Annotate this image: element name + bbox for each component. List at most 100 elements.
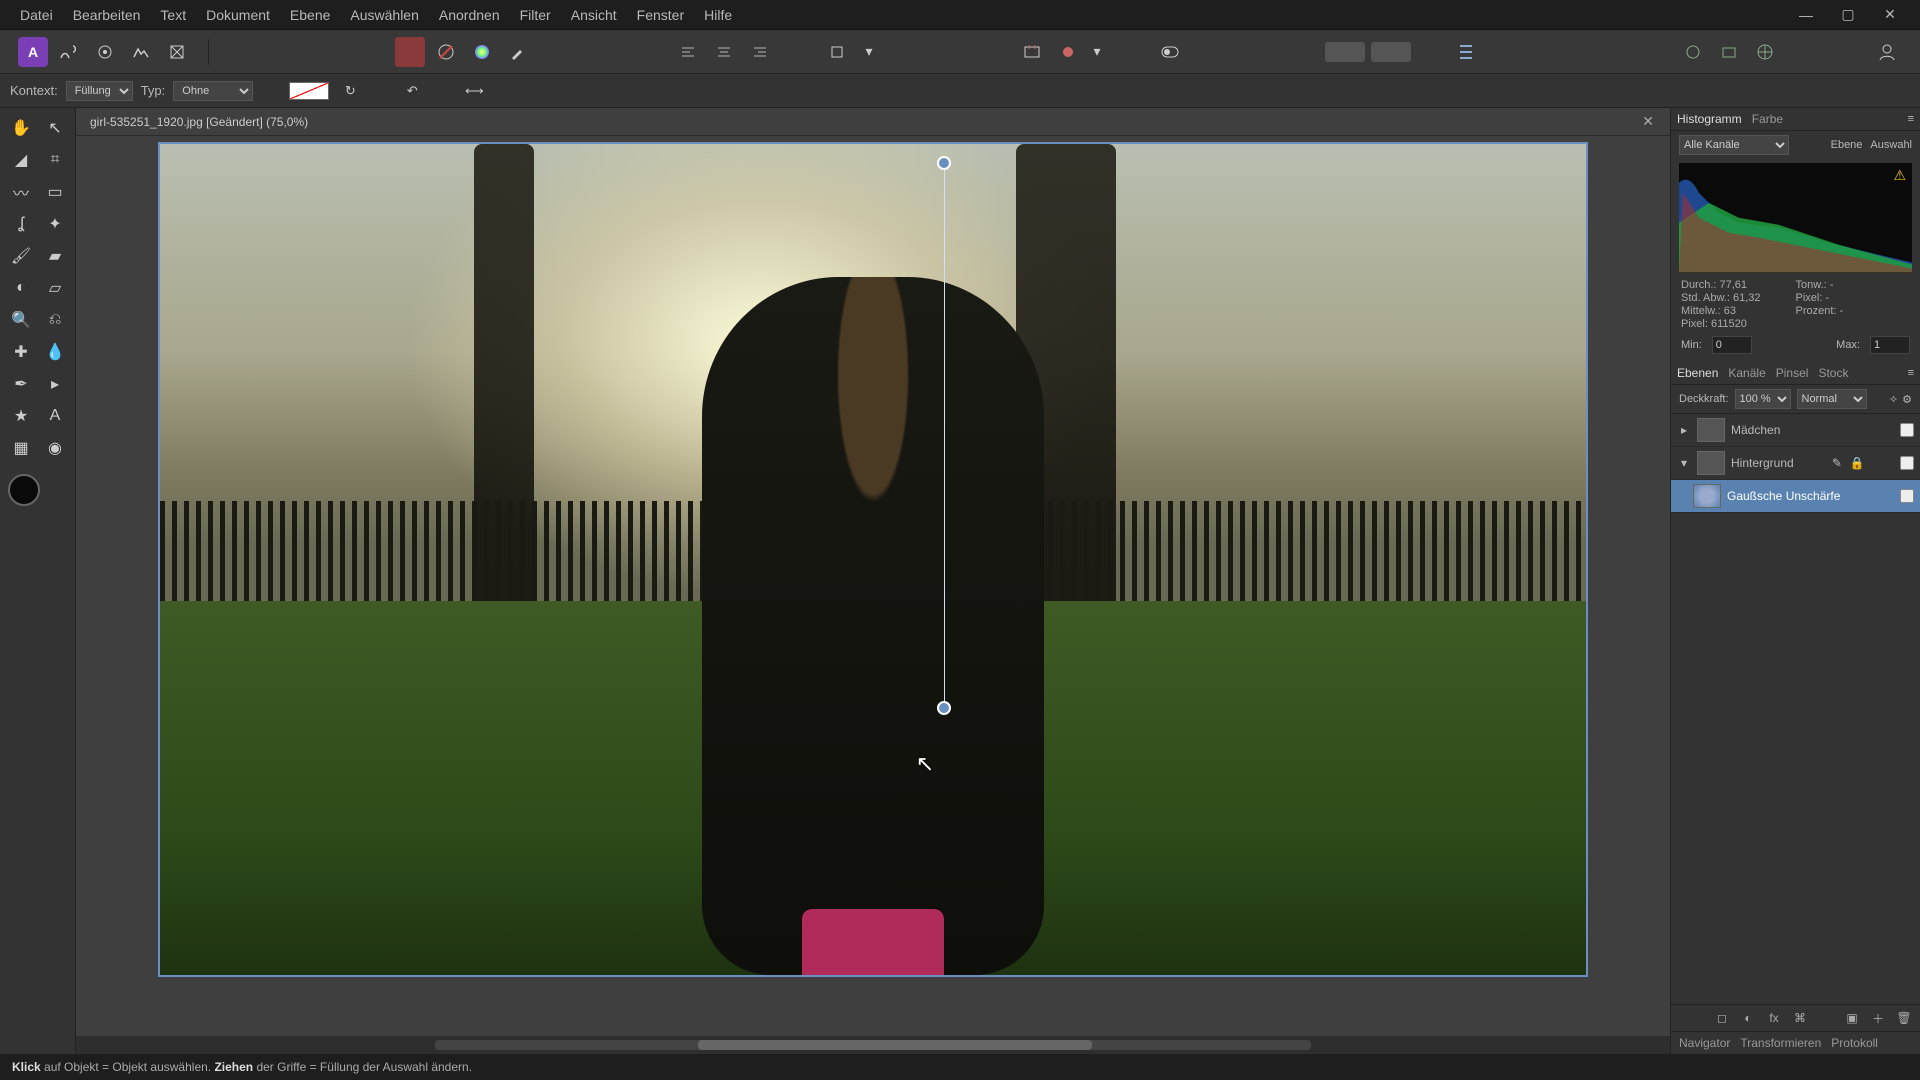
tab-navigator[interactable]: Navigator bbox=[1679, 1036, 1730, 1050]
layer-row-selected[interactable]: Gaußsche Unschärfe bbox=[1671, 480, 1920, 513]
fill-swatch[interactable] bbox=[289, 82, 329, 100]
tab-pinsel[interactable]: Pinsel bbox=[1776, 366, 1809, 380]
swatch-red-icon[interactable] bbox=[395, 37, 425, 67]
persona-export-icon[interactable] bbox=[162, 37, 192, 67]
adjust-layer-icon[interactable]: ◐ bbox=[1738, 1009, 1758, 1027]
chevron-down-icon[interactable]: ▾ bbox=[861, 37, 877, 67]
zoom-tool-icon[interactable]: 🔍 bbox=[4, 304, 38, 336]
pen-tool-icon[interactable]: ✒ bbox=[4, 368, 38, 400]
window-minimize[interactable]: — bbox=[1786, 2, 1826, 28]
document-close-button[interactable]: ✕ bbox=[1634, 111, 1662, 132]
swatch-color-wheel-icon[interactable] bbox=[467, 37, 497, 67]
blur-tool-icon[interactable]: 💧 bbox=[38, 336, 72, 368]
window-maximize[interactable]: ▢ bbox=[1828, 2, 1868, 28]
tab-histogramm[interactable]: Histogramm bbox=[1677, 112, 1742, 126]
histogram-scope-ebene[interactable]: Ebene bbox=[1831, 139, 1863, 151]
foreground-color-well[interactable] bbox=[8, 474, 40, 506]
tab-kanaele[interactable]: Kanäle bbox=[1728, 366, 1765, 380]
tab-ebenen[interactable]: Ebenen bbox=[1677, 366, 1718, 380]
healing-tool-icon[interactable]: ✚ bbox=[4, 336, 38, 368]
swatch-picker-icon[interactable] bbox=[503, 37, 533, 67]
tab-farbe[interactable]: Farbe bbox=[1752, 112, 1783, 126]
move-tool-icon[interactable]: ↖ bbox=[38, 112, 72, 144]
align-left-icon[interactable] bbox=[673, 37, 703, 67]
menu-ebene[interactable]: Ebene bbox=[280, 3, 340, 27]
fill-tool-icon[interactable]: ▰ bbox=[38, 240, 72, 272]
canvas[interactable]: ↖ bbox=[76, 136, 1670, 1036]
menu-hilfe[interactable]: Hilfe bbox=[694, 3, 742, 27]
autoselect-icon[interactable] bbox=[1053, 37, 1083, 67]
menu-anordnen[interactable]: Anordnen bbox=[429, 3, 510, 27]
tab-transformieren[interactable]: Transformieren bbox=[1740, 1036, 1821, 1050]
paint-brush-tool-icon[interactable]: 🖌 bbox=[4, 240, 38, 272]
panel-menu-icon[interactable]: ≡ bbox=[1908, 113, 1914, 125]
menu-dokument[interactable]: Dokument bbox=[196, 3, 280, 27]
histogram-scope-auswahl[interactable]: Auswahl bbox=[1870, 139, 1912, 151]
lasso-tool-icon[interactable]: ʆ bbox=[4, 208, 38, 240]
layer-row[interactable]: ▾ Hintergrund ✎ 🔒 bbox=[1671, 447, 1920, 480]
persona-photo-icon[interactable] bbox=[54, 37, 84, 67]
add-layer-icon[interactable]: ＋ bbox=[1868, 1009, 1888, 1027]
menu-datei[interactable]: Datei bbox=[10, 3, 63, 27]
align-center-icon[interactable] bbox=[709, 37, 739, 67]
gradient-handle-bottom[interactable] bbox=[937, 701, 951, 715]
layer-fx-icon[interactable]: ✧ bbox=[1889, 393, 1898, 406]
hand-tool-icon[interactable]: ✋ bbox=[4, 112, 38, 144]
menu-filter[interactable]: Filter bbox=[510, 3, 561, 27]
mask-layer-icon[interactable]: ◻ bbox=[1712, 1009, 1732, 1027]
expand-icon[interactable]: ▸ bbox=[1677, 423, 1691, 437]
account-icon[interactable] bbox=[1872, 37, 1902, 67]
persona-develop-icon[interactable] bbox=[126, 37, 156, 67]
menu-text[interactable]: Text bbox=[150, 3, 196, 27]
horizontal-scrollbar[interactable] bbox=[76, 1036, 1670, 1054]
layer-row[interactable]: ▸ Mädchen bbox=[1671, 414, 1920, 447]
panel-menu-icon[interactable]: ≡ bbox=[1908, 367, 1914, 379]
layer-visibility-checkbox[interactable] bbox=[1900, 489, 1914, 503]
live-filter-icon[interactable]: ⌘ bbox=[1790, 1009, 1810, 1027]
node-tool-icon[interactable]: ▸ bbox=[38, 368, 72, 400]
align-right-icon[interactable] bbox=[745, 37, 775, 67]
flood-select-tool-icon[interactable]: ✦ bbox=[38, 208, 72, 240]
expand-icon[interactable]: ▾ bbox=[1677, 456, 1691, 470]
eraser-tool-icon[interactable]: ▱ bbox=[38, 272, 72, 304]
histogram-max-input[interactable] bbox=[1870, 336, 1910, 354]
persona-liquify-icon[interactable] bbox=[90, 37, 120, 67]
lock-icon[interactable]: 🔒 bbox=[1850, 456, 1864, 470]
eyedropper-tool-icon[interactable]: ◉ bbox=[38, 432, 72, 464]
group-layer-icon[interactable]: ▣ bbox=[1842, 1009, 1862, 1027]
cloud-library-icon[interactable] bbox=[1714, 37, 1744, 67]
cloud-share-icon[interactable] bbox=[1750, 37, 1780, 67]
layer-visibility-checkbox[interactable] bbox=[1900, 456, 1914, 470]
cloud-sync-icon[interactable] bbox=[1678, 37, 1708, 67]
color-picker-tool-icon[interactable]: ◢ bbox=[4, 144, 38, 176]
align-panel-icon[interactable] bbox=[1451, 37, 1481, 67]
lock-aspect-icon[interactable]: ⟷ bbox=[461, 80, 487, 102]
histogram-min-input[interactable] bbox=[1712, 336, 1752, 354]
insert-target-icon[interactable] bbox=[1017, 37, 1047, 67]
stamp-tool-icon[interactable]: ⎌ bbox=[38, 304, 72, 336]
shape-tool-icon[interactable]: ★ bbox=[4, 400, 38, 432]
rotate-icon[interactable]: ↻ bbox=[337, 80, 363, 102]
tab-protokoll[interactable]: Protokoll bbox=[1831, 1036, 1878, 1050]
chevron-down-icon[interactable]: ▾ bbox=[1089, 37, 1105, 67]
document-tab[interactable]: girl-535251_1920.jpg [Geändert] (75,0%) bbox=[84, 113, 314, 131]
menu-auswaehlen[interactable]: Auswählen bbox=[340, 3, 429, 27]
edit-icon[interactable]: ✎ bbox=[1830, 456, 1844, 470]
layer-visibility-checkbox[interactable] bbox=[1900, 423, 1914, 437]
histogram-channel-select[interactable]: Alle Kanäle bbox=[1679, 135, 1789, 155]
mesh-tool-icon[interactable]: ▦ bbox=[4, 432, 38, 464]
window-close[interactable]: ✕ bbox=[1870, 2, 1910, 28]
swatch-none-icon[interactable] bbox=[431, 37, 461, 67]
text-tool-icon[interactable]: A bbox=[38, 400, 72, 432]
delete-layer-icon[interactable]: 🗑 bbox=[1894, 1009, 1914, 1027]
menu-ansicht[interactable]: Ansicht bbox=[561, 3, 627, 27]
menu-bearbeiten[interactable]: Bearbeiten bbox=[63, 3, 151, 27]
arrange-dropdown-icon[interactable] bbox=[825, 37, 855, 67]
gradient-tool-icon[interactable]: ◐ bbox=[4, 272, 38, 304]
tab-stock[interactable]: Stock bbox=[1818, 366, 1848, 380]
menu-fenster[interactable]: Fenster bbox=[627, 3, 694, 27]
gradient-overlay-line[interactable] bbox=[944, 161, 945, 709]
marquee-tool-icon[interactable]: ▭ bbox=[38, 176, 72, 208]
opacity-select[interactable]: 100 % bbox=[1735, 389, 1791, 409]
fx-layer-icon[interactable]: fx bbox=[1764, 1009, 1784, 1027]
